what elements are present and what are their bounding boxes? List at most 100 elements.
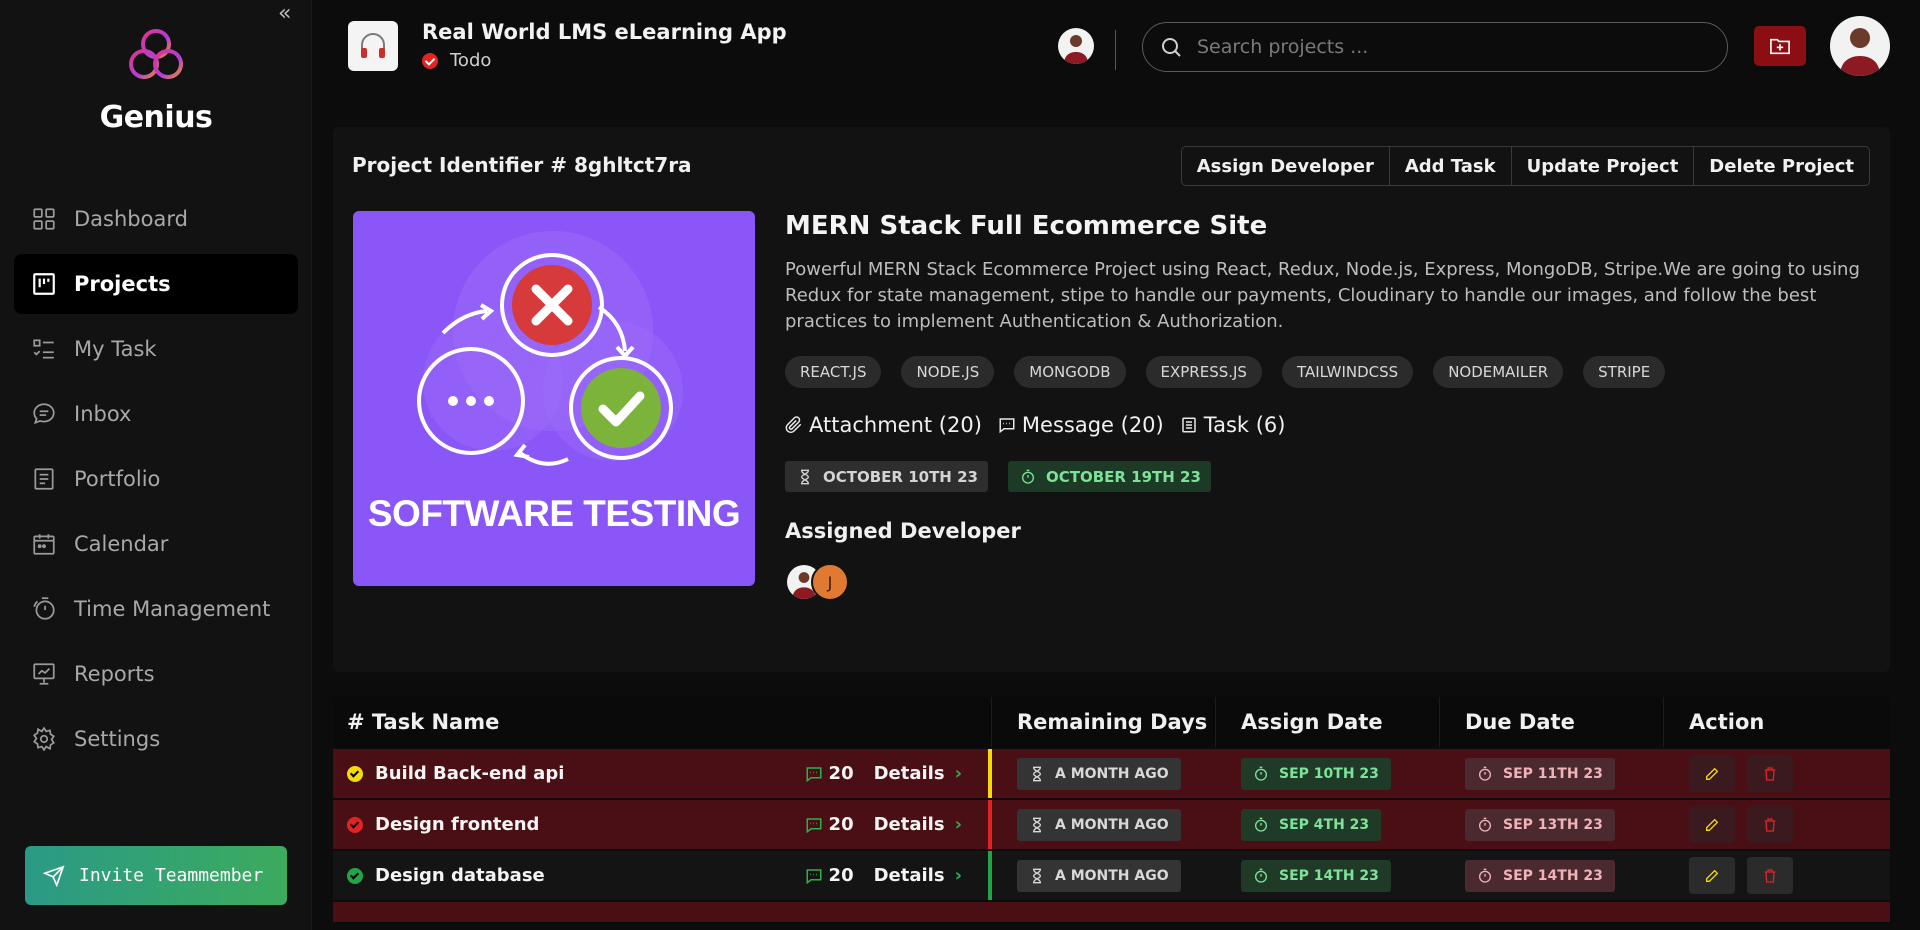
folder-plus-icon [1770,38,1790,55]
sidebar-item-time-management[interactable]: Time Management [14,579,298,639]
sidebar-item-reports[interactable]: Reports [14,644,298,704]
sidebar-item-inbox[interactable]: Inbox [14,384,298,444]
task-name[interactable]: Build Back-end api [347,763,564,784]
add-task-button[interactable]: Add Task [1390,147,1512,185]
task-name-cell: Design frontend 20 Details › [333,800,992,849]
assign-cell: SEP 10TH 23 [1216,749,1440,798]
task-table: # Task Name Remaining Days Assign Date D… [333,697,1890,922]
delete-project-button[interactable]: Delete Project [1694,147,1869,185]
details-link[interactable]: Details [874,814,945,835]
task-name[interactable]: Design frontend [347,814,539,835]
sidebar-item-settings[interactable]: Settings [14,709,298,769]
assign-date: SEP 10TH 23 [1279,765,1379,782]
search-bar[interactable] [1142,22,1728,72]
assign-cell: SEP 4TH 23 [1216,800,1440,849]
comment-count: 20 [828,763,854,784]
tech-tags: REACT.JS NODE.JS MONGODB EXPRESS.JS TAIL… [785,356,1685,388]
details-link[interactable]: Details [874,763,945,784]
list-icon [1181,417,1196,433]
table-row[interactable]: Design frontend 20 Details › A MONTH AGO… [333,800,1890,849]
due-cell: SEP 11TH 23 [1440,749,1664,798]
sidebar-item-portfolio[interactable]: Portfolio [14,449,298,509]
remaining-badge: A MONTH AGO [1017,808,1181,841]
message-icon [999,418,1015,434]
action-cell [1664,800,1890,849]
assigned-developer-heading: Assigned Developer [785,519,1021,543]
update-project-button[interactable]: Update Project [1512,147,1695,185]
task-name-cell: Design database 20 Details › [333,851,992,900]
comment-icon [806,766,822,782]
details-link[interactable]: Details [874,865,945,886]
search-input[interactable] [1197,36,1697,58]
remaining-text: A MONTH AGO [1055,816,1169,833]
task-title: Build Back-end api [375,763,565,784]
calendar-icon [30,530,58,558]
sidebar-item-label: My Task [74,337,157,361]
sidebar-item-label: Projects [74,272,171,296]
project-title: MERN Stack Full Ecommerce Site [785,211,1268,241]
task-meta: 20 Details › [805,814,962,835]
sidebar-item-projects[interactable]: Projects [14,254,298,314]
genius-logo-icon [129,29,183,79]
hourglass-icon [800,469,810,484]
sidebar-item-calendar[interactable]: Calendar [14,514,298,574]
trash-icon [1764,868,1776,883]
invite-teammember-button[interactable]: Invite Teammember [25,846,287,905]
pencil-icon [1706,818,1719,831]
assign-date: SEP 14TH 23 [1279,867,1379,884]
presentation-chart-icon [30,660,58,688]
assign-date-badge: SEP 10TH 23 [1241,757,1391,790]
brand-name: Genius [99,100,213,135]
task-list-icon [30,335,58,363]
user-avatar-small[interactable] [1058,28,1094,64]
new-project-button[interactable] [1754,26,1806,66]
message-count[interactable]: Message (20) [998,413,1164,437]
delete-task-button[interactable] [1747,755,1793,792]
table-header: # Task Name Remaining Days Assign Date D… [333,697,1890,747]
person-avatar-icon [1840,28,1880,76]
table-row[interactable]: Build Back-end api 20 Details › A MONTH … [333,749,1890,798]
pencil-icon [1706,767,1719,780]
comment-count: 20 [828,865,854,886]
edit-task-button[interactable] [1689,755,1735,792]
task-status-icon [347,867,363,884]
developer-avatar-initial[interactable]: J [811,563,849,601]
comment-icon [806,868,822,884]
task-status-icon [347,765,363,782]
trash-icon [1764,766,1776,781]
due-cell: SEP 13TH 23 [1440,800,1664,849]
assign-developer-button[interactable]: Assign Developer [1182,147,1390,185]
task-count[interactable]: Task (6) [1180,413,1286,437]
task-label: Task (6) [1203,413,1286,437]
column-header-due-date: Due Date [1440,697,1664,747]
stopwatch-icon [1479,868,1491,883]
sidebar-item-label: Reports [74,662,155,686]
project-dates: OCTOBER 10TH 23 OCTOBER 19TH 23 [785,461,1231,492]
column-header-remaining-days: Remaining Days [992,697,1216,747]
pencil-icon [1706,869,1719,882]
sidebar-item-label: Time Management [74,597,271,621]
user-avatar-profile[interactable] [1830,16,1890,76]
collapse-sidebar-icon[interactable]: « [278,3,298,25]
hourglass-icon [1032,868,1042,883]
table-row[interactable]: Design database 20 Details › A MONTH AGO… [333,851,1890,900]
comment-count: 20 [828,814,854,835]
project-thumbnail [348,21,398,71]
task-name[interactable]: Design database [347,865,545,886]
attachment-count[interactable]: Attachment (20) [785,413,982,437]
due-date: SEP 11TH 23 [1503,765,1603,782]
column-header-task-name: # Task Name [333,697,992,747]
invite-label: Invite Teammember [79,865,264,886]
sidebar-item-my-task[interactable]: My Task [14,319,298,379]
table-row[interactable] [333,902,1890,922]
sidebar-item-dashboard[interactable]: Dashboard [14,189,298,249]
cover-caption: SOFTWARE TESTING [367,493,741,534]
chat-icon [30,400,58,428]
assign-date-badge: SEP 14TH 23 [1241,859,1391,892]
project-action-group: Assign Developer Add Task Update Project… [1180,146,1870,186]
delete-task-button[interactable] [1747,857,1793,894]
remaining-cell: A MONTH AGO [992,800,1216,849]
edit-task-button[interactable] [1689,857,1735,894]
edit-task-button[interactable] [1689,806,1735,843]
delete-task-button[interactable] [1747,806,1793,843]
